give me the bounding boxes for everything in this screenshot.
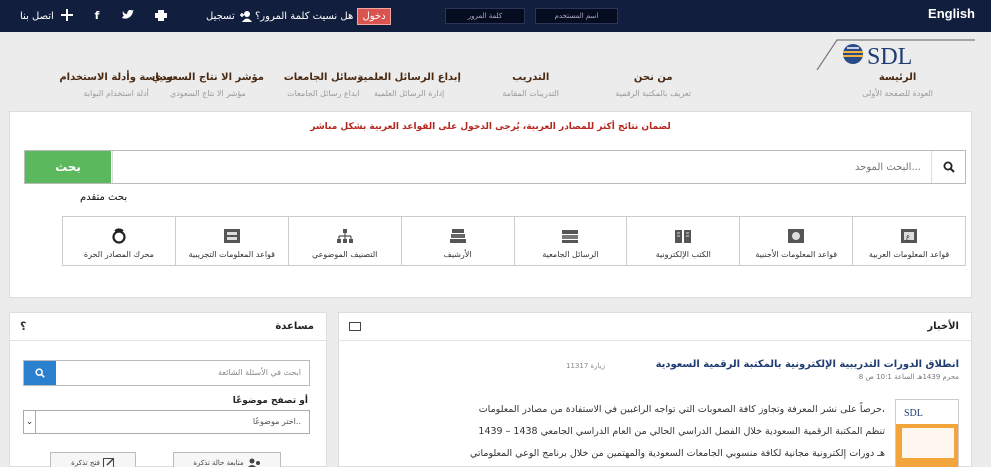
help-title: مساعدة xyxy=(275,321,314,332)
nav-label: التدريب xyxy=(512,72,550,83)
search-icon xyxy=(35,368,45,378)
trial-db-icon xyxy=(223,229,240,243)
category-label: محرك المصادر الحرة xyxy=(83,250,154,259)
news-title: الأخبار xyxy=(927,321,959,332)
svg-text:SDL: SDL xyxy=(867,44,912,70)
register-label: تسجيل xyxy=(206,10,235,22)
print-icon[interactable] xyxy=(154,8,168,22)
open-ticket-button[interactable]: فتح تذكرة xyxy=(50,452,136,467)
category-trial-db[interactable]: قواعد المعلومات التجريبية xyxy=(174,217,288,265)
faq-search-input[interactable]: ابحث في الأسئلة الشائعة xyxy=(218,368,301,377)
nav-sub: إدارة الرسائل العلمية xyxy=(374,89,445,98)
login-button[interactable]: دخول xyxy=(357,8,391,25)
nav-training[interactable]: التدريب التدريبات المقامة xyxy=(502,72,559,98)
foreign-db-icon xyxy=(788,229,805,243)
category-foreign-db[interactable]: قواعد المعلومات الأجنبية xyxy=(739,217,852,265)
classification-icon xyxy=(336,229,353,243)
category-label: الأرشيف xyxy=(443,250,472,259)
search-icon[interactable] xyxy=(931,151,965,183)
category-open-sources[interactable]: محرك المصادر الحرة xyxy=(63,217,175,265)
help-panel: مساعدة ؟ ابحث في الأسئلة الشائعة أو تصفح… xyxy=(9,312,327,467)
search-button[interactable]: بحث xyxy=(25,151,111,183)
category-label: قواعد المعلومات التجريبية xyxy=(188,250,276,259)
category-theses[interactable]: الرسائل الجامعية xyxy=(513,217,627,265)
open-source-icon xyxy=(112,228,126,244)
edit-icon xyxy=(102,458,114,467)
search-panel: لضمان نتائج أكثر للمصادر العربية، يُرجى … xyxy=(9,111,972,298)
arabic-sources-notice: لضمان نتائج أكثر للمصادر العربية، يُرجى … xyxy=(310,122,671,132)
thesis-icon xyxy=(562,230,579,243)
archive-icon xyxy=(449,229,466,243)
category-archive[interactable]: الأرشيف xyxy=(400,217,514,265)
forgot-password-link[interactable]: هل نسيت كلمة المرور؟ xyxy=(255,0,353,32)
category-label: قواعد المعلومات العربية xyxy=(868,250,950,259)
category-label: الكتب الإلكترونية xyxy=(655,250,711,259)
help-header: مساعدة ؟ xyxy=(10,313,326,341)
google-plus-icon[interactable] xyxy=(60,8,74,22)
nav-label: الرئيسة xyxy=(878,72,917,83)
unified-search-bar: بحث xyxy=(24,150,966,184)
password-field[interactable]: كلمة المرور xyxy=(445,8,525,24)
twitter-icon[interactable] xyxy=(121,8,135,22)
site-header: SDL الرئيسة العودة للصفحة الأولى من نحن … xyxy=(0,32,991,98)
nav-sub: العودة للصفحة الأولى xyxy=(862,89,933,98)
nav-label: من نحن xyxy=(633,72,673,83)
chevron-down-icon: ⌄ xyxy=(24,411,36,433)
news-line: تنظم المكتبة الرقمية السعودية خلال الفصل… xyxy=(478,426,885,437)
category-label: قواعد المعلومات الأجنبية xyxy=(755,250,838,259)
news-headline[interactable]: انطلاق الدورات التدريبية الإلكترونية بال… xyxy=(656,359,959,370)
news-panel: الأخبار انطلاق الدورات التدريبية الإلكتر… xyxy=(338,312,972,467)
nav-policy[interactable]: سياسة وأدلة الاستخدام أدلة استخدام البوا… xyxy=(59,72,173,98)
news-body: حرصاً على نشر المعرفة وتجاوز كافة الصعوب… xyxy=(363,399,959,465)
category-arabic-db[interactable]: ع قواعد المعلومات العربية xyxy=(852,217,965,265)
news-views: 11317 زيارة xyxy=(566,362,606,370)
nav-about[interactable]: من نحن تعريف بالمكتبة الرقمية xyxy=(615,72,691,98)
nav-sub: ابداع رسائل الجامعات xyxy=(287,89,360,98)
unified-search-input[interactable] xyxy=(112,151,931,183)
sdl-logo[interactable]: SDL xyxy=(807,38,977,72)
question-icon: ؟ xyxy=(20,320,27,333)
category-classification[interactable]: التصنيف الموضوعي xyxy=(287,217,401,265)
language-switch-link[interactable]: English xyxy=(928,0,975,29)
open-ticket-label: فتح تذكرة xyxy=(71,459,100,467)
newspaper-icon xyxy=(349,322,361,331)
faq-search: ابحث في الأسئلة الشائعة xyxy=(23,360,310,386)
advanced-search-link[interactable]: بحث متقدم xyxy=(80,192,127,203)
register-link[interactable]: تسجيل xyxy=(206,0,253,32)
facebook-icon[interactable]: f xyxy=(90,8,104,22)
news-line: حرصاً على نشر المعرفة وتجاوز كافة الصعوب… xyxy=(478,404,885,415)
nav-sub: تعريف بالمكتبة الرقمية xyxy=(615,89,691,98)
contact-link[interactable]: اتصل بنا xyxy=(20,0,54,32)
nav-thesis-creation[interactable]: إبداع الرسائل العلمية إدارة الرسائل العل… xyxy=(357,72,461,98)
ticket-status-icon xyxy=(247,458,260,467)
faq-search-button[interactable] xyxy=(24,361,56,385)
news-line: هـ دورات إلكترونية مجانية لكافة منسوبي ا… xyxy=(469,448,885,459)
category-label: الرسائل الجامعية xyxy=(542,250,599,259)
nav-label: سياسة وأدلة الاستخدام xyxy=(59,72,173,83)
nav-home[interactable]: الرئيسة العودة للصفحة الأولى xyxy=(862,72,933,98)
category-ebooks[interactable]: الكتب الإلكترونية xyxy=(626,217,739,265)
arabic-db-icon: ع xyxy=(901,229,918,243)
category-bar: ع قواعد المعلومات العربية قواعد المعلوما… xyxy=(62,216,966,266)
track-ticket-label: متابعة حالة تذكرة xyxy=(193,459,244,467)
news-date: 8 محرم 1439هـ الساعة 10:1 ص xyxy=(858,373,959,381)
nav-sub: أدلة استخدام البوابة xyxy=(83,89,149,98)
track-ticket-button[interactable]: متابعة حالة تذكرة xyxy=(173,452,281,467)
user-add-icon xyxy=(239,11,252,22)
topic-select[interactable]: ⌄ اختر موضوعًا.. xyxy=(23,410,310,434)
nav-university-theses[interactable]: رسائل الجامعات ابداع رسائل الجامعات xyxy=(284,72,363,98)
news-header: الأخبار xyxy=(339,313,971,341)
ebook-icon xyxy=(675,230,692,243)
nav-label: رسائل الجامعات xyxy=(283,72,363,83)
topic-select-value: اختر موضوعًا.. xyxy=(252,417,301,426)
category-label: التصنيف الموضوعي xyxy=(311,250,378,259)
nav-label: إبداع الرسائل العلمية xyxy=(357,72,461,83)
top-bar: English اسم المستخدم كلمة المرور دخول هل… xyxy=(0,0,991,32)
browse-topic-label: أو تصفح موضوعًا xyxy=(232,396,308,406)
username-field[interactable]: اسم المستخدم xyxy=(535,8,618,24)
nav-sub: التدريبات المقامة xyxy=(502,89,559,98)
